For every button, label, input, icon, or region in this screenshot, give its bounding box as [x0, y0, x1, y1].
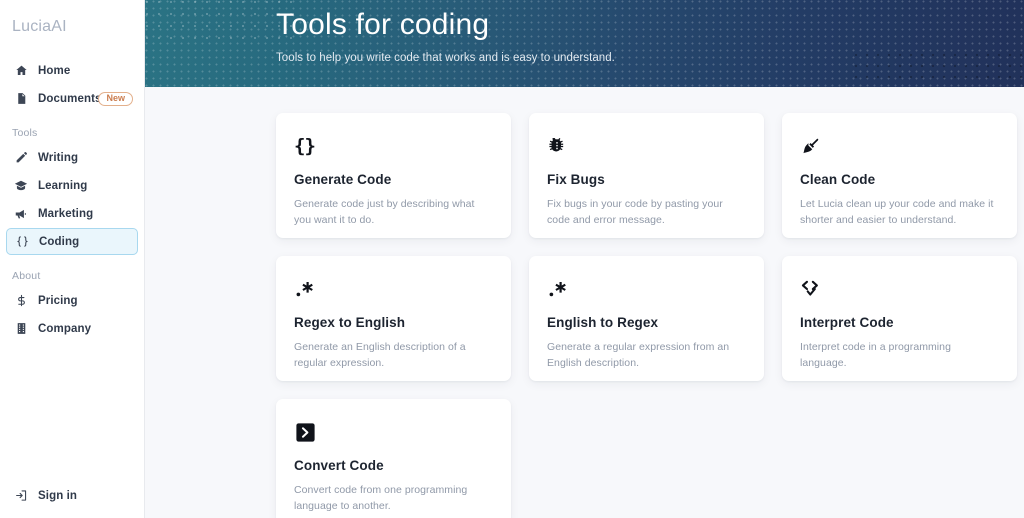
- sidebar-item-learning[interactable]: Learning: [6, 172, 138, 199]
- sign-in-icon: [12, 489, 30, 502]
- status-badge-new: New: [98, 91, 133, 106]
- sidebar-item-company-label: Company: [38, 322, 92, 335]
- sidebar-nav-about: Pricing Company: [0, 286, 144, 343]
- tool-card-title: Fix Bugs: [547, 172, 605, 187]
- tool-card-interpret-code[interactable]: Interpret Code Interpret code in a progr…: [782, 256, 1017, 381]
- sidebar-item-writing-label: Writing: [38, 151, 79, 164]
- tool-card-convert-code[interactable]: Convert Code Convert code from one progr…: [276, 399, 511, 518]
- regex-icon: [294, 276, 493, 302]
- main-content: Tools for coding Tools to help you write…: [145, 0, 1024, 518]
- tool-card-regex-to-english[interactable]: Regex to English Generate an English des…: [276, 256, 511, 381]
- tool-card-english-to-regex[interactable]: English to Regex Generate a regular expr…: [529, 256, 764, 381]
- tool-card-description: Generate an English description of a reg…: [294, 341, 466, 370]
- tool-card-description: Generate code just by describing what yo…: [294, 198, 475, 227]
- tool-card-description: Let Lucia clean up your code and make it…: [800, 198, 994, 227]
- tool-card-title: Regex to English: [294, 315, 406, 330]
- sidebar-item-writing[interactable]: Writing: [6, 144, 138, 171]
- building-icon: [12, 322, 30, 335]
- regex-icon: [547, 276, 746, 302]
- tool-card-description: Interpret code in a programming language…: [800, 341, 951, 370]
- dollar-icon: [12, 294, 30, 307]
- home-icon: [12, 64, 30, 77]
- document-icon: [12, 92, 30, 105]
- pencil-icon: [12, 151, 30, 164]
- tool-card-title: Generate Code: [294, 172, 392, 187]
- terminal-icon: [294, 419, 493, 445]
- tool-card-generate-code[interactable]: {} Generate Code Generate code just by d…: [276, 113, 511, 238]
- tool-card-fix-bugs[interactable]: Fix Bugs Fix bugs in your code by pastin…: [529, 113, 764, 238]
- broom-icon: [800, 133, 999, 159]
- tool-card-title: Interpret Code: [800, 315, 894, 330]
- megaphone-icon: [12, 207, 30, 221]
- sidebar-item-marketing-label: Marketing: [38, 207, 94, 220]
- tool-card-title: Convert Code: [294, 458, 384, 473]
- sidebar-nav-primary: Home Documents New: [0, 56, 144, 113]
- tool-card-title: English to Regex: [547, 315, 659, 330]
- tool-card-title: Clean Code: [800, 172, 876, 187]
- tool-card-description: Generate a regular expression from an En…: [547, 341, 730, 370]
- sidebar-nav-tools: Writing Learning Marketing Coding: [0, 143, 144, 256]
- page-title: Tools for coding: [276, 8, 490, 41]
- sidebar-item-coding[interactable]: Coding: [6, 228, 138, 255]
- graduation-cap-icon: [12, 179, 30, 193]
- sidebar-item-learning-label: Learning: [38, 179, 88, 192]
- tool-card-description: Convert code from one programming langua…: [294, 484, 468, 513]
- sidebar-item-home-label: Home: [38, 64, 71, 77]
- sidebar-section-tools: Tools: [12, 127, 38, 139]
- sidebar-footer: Sign in: [0, 481, 144, 518]
- brand-logo: LuciaAI: [12, 18, 67, 35]
- bug-icon: [547, 133, 746, 159]
- sidebar-item-marketing[interactable]: Marketing: [6, 200, 138, 227]
- sidebar-item-pricing-label: Pricing: [38, 294, 78, 307]
- sidebar: LuciaAI Home Documents New Tools Writing…: [0, 0, 145, 518]
- sign-in-button[interactable]: Sign in: [6, 482, 138, 509]
- sidebar-item-documents-label: Documents: [38, 92, 102, 105]
- sidebar-item-pricing[interactable]: Pricing: [6, 287, 138, 314]
- page-subtitle: Tools to help you write code that works …: [276, 51, 615, 64]
- sidebar-item-home[interactable]: Home: [6, 57, 138, 84]
- tools-grid-container: {} Generate Code Generate code just by d…: [145, 87, 1024, 518]
- tool-card-clean-code[interactable]: Clean Code Let Lucia clean up your code …: [782, 113, 1017, 238]
- sidebar-section-about: About: [12, 270, 41, 282]
- braces-icon: {}: [294, 134, 316, 157]
- sidebar-item-documents[interactable]: Documents New: [6, 85, 138, 112]
- page-hero-banner: Tools for coding Tools to help you write…: [145, 0, 1024, 87]
- sidebar-item-company[interactable]: Company: [6, 315, 138, 342]
- braces-icon: [13, 235, 31, 248]
- tools-grid: {} Generate Code Generate code just by d…: [276, 113, 1017, 518]
- tool-card-description: Fix bugs in your code by pasting your co…: [547, 198, 723, 227]
- sign-in-label: Sign in: [38, 489, 78, 502]
- sidebar-item-coding-label: Coding: [39, 235, 80, 248]
- code-check-icon: [800, 276, 999, 302]
